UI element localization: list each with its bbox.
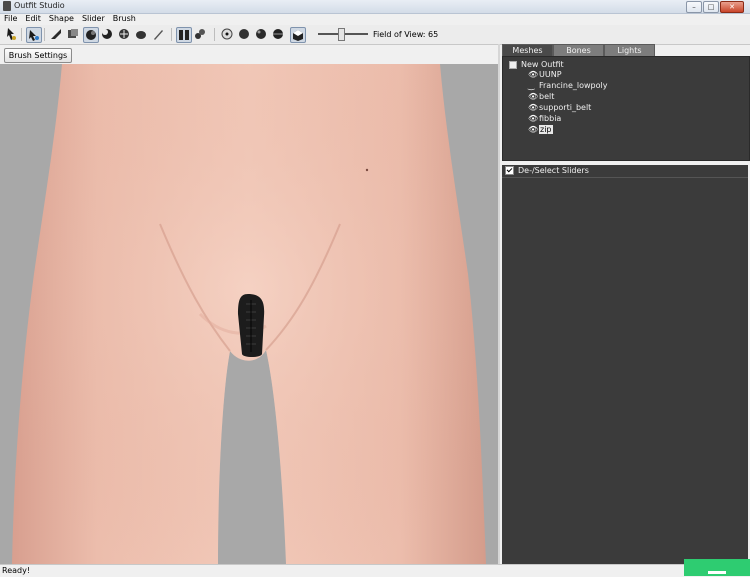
wireframe-icon[interactable] [271,27,285,41]
fov-slider-thumb[interactable] [338,28,345,41]
status-bar: Ready! [0,564,750,577]
pane-divider[interactable] [498,44,500,564]
list-item[interactable]: 👁UUNP [528,69,607,80]
eye-closed-icon[interactable]: ‿ [528,80,537,91]
title-bar: Outfit Studio – □ ✕ [0,0,750,14]
flat-shading-icon[interactable] [237,27,251,41]
window-title: Outfit Studio [14,1,65,10]
select-sliders-label: De-/Select Sliders [518,166,589,175]
eye-icon[interactable]: 👁 [528,113,538,124]
brush-weight-icon[interactable] [151,27,165,41]
menu-shape[interactable]: Shape [45,14,78,24]
mesh-name: supporti_belt [539,103,592,112]
mesh-name: belt [539,92,555,101]
minimize-button[interactable]: – [686,1,702,13]
mesh-tree: New Outfit 👁UUNP ‿ Francine_lowpoly 👁belt… [502,56,750,161]
body-render [0,64,498,564]
list-item[interactable]: 👁supporti_belt [528,102,607,113]
menu-edit[interactable]: Edit [21,14,45,24]
tree-root-label: New Outfit [521,60,564,69]
app-icon [3,1,11,11]
mesh-name: fibbia [539,114,562,123]
tree-root[interactable]: New Outfit [509,60,564,69]
eye-icon[interactable]: 👁 [528,69,538,80]
eye-icon[interactable]: 👁 [528,102,538,113]
eye-icon[interactable]: 👁 [528,91,538,102]
3d-viewport[interactable] [0,64,498,564]
brush-unmask-icon[interactable] [66,27,80,41]
transform-tool-icon[interactable] [26,27,42,43]
close-button[interactable]: ✕ [720,1,744,13]
menu-slider[interactable]: Slider [78,14,109,24]
mesh-list: 👁UUNP ‿ Francine_lowpoly 👁belt 👁supporti_… [528,69,607,135]
tray-indicator [684,559,750,576]
smooth-shading-icon[interactable] [254,27,268,41]
list-item[interactable]: ‿ Francine_lowpoly [528,80,607,91]
collapse-icon[interactable] [509,60,517,69]
point-display-icon[interactable] [220,27,234,41]
status-text: Ready! [2,566,31,575]
mesh-name: UUNP [539,70,562,79]
menu-bar: File Edit Shape Slider Brush [0,14,750,24]
brush-deflate-icon[interactable] [100,27,114,41]
brush-mask-icon[interactable] [49,27,63,41]
brush-move-icon[interactable] [117,27,131,41]
select-tool-icon[interactable] [4,27,18,41]
menu-brush[interactable]: Brush [109,14,140,24]
texture-toggle-icon[interactable] [290,27,306,43]
mirror-toggle-icon[interactable] [193,27,207,41]
fov-label: Field of View: 65 [373,30,439,39]
brush-settings-button[interactable]: Brush Settings >> [4,48,72,73]
list-item[interactable]: 👁fibbia [528,113,607,124]
mesh-name: Francine_lowpoly [539,81,608,90]
zip-mesh [238,294,265,357]
sliders-header: De-/Select Sliders [502,165,748,178]
mesh-name: zip [539,125,553,134]
maximize-button[interactable]: □ [703,1,719,13]
select-all-checkbox[interactable] [505,166,514,175]
list-item[interactable]: 👁belt [528,91,607,102]
sliders-panel [502,178,748,564]
eye-icon[interactable]: 👁 [528,124,538,135]
xray-toggle-icon[interactable] [176,27,192,43]
window-controls: – □ ✕ [686,1,744,13]
list-item[interactable]: 👁 zip [528,124,607,135]
brush-inflate-icon[interactable] [83,27,99,43]
brush-smooth-icon[interactable] [134,27,148,41]
panel-tabs: Meshes Bones Lights [502,44,748,57]
menu-file[interactable]: File [0,14,21,24]
toolbar: Field of View: 65 [0,25,750,45]
